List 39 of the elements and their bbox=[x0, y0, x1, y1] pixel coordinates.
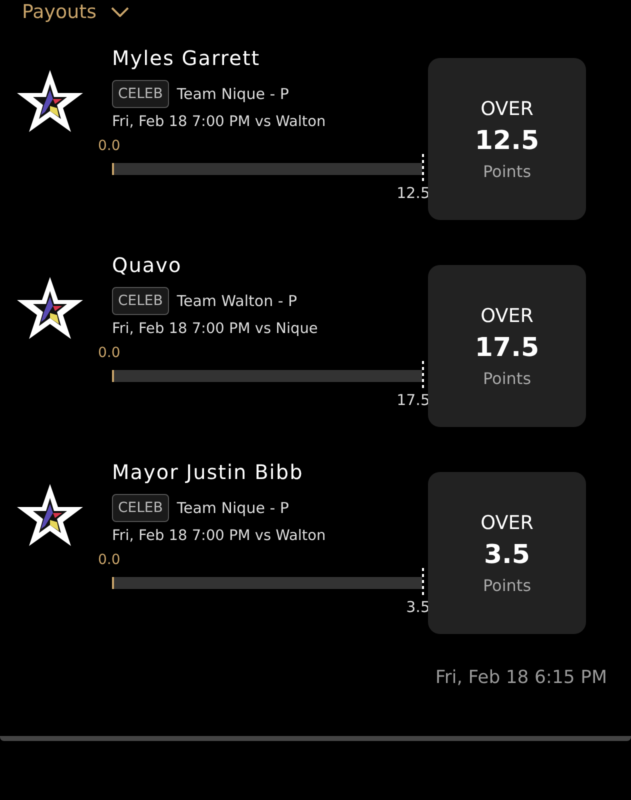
current-value: 0.0 bbox=[98, 138, 122, 154]
line-value: 3.5 bbox=[484, 540, 530, 570]
line-value: 12.5 bbox=[474, 126, 540, 156]
star-icon bbox=[15, 275, 85, 341]
pick-card[interactable]: OVER 12.5 Points bbox=[428, 58, 586, 220]
current-value: 0.0 bbox=[98, 345, 122, 361]
direction-label: OVER bbox=[480, 98, 534, 120]
payouts-label[interactable]: Payouts bbox=[22, 1, 97, 23]
team-label: Team Walton - P bbox=[176, 292, 298, 310]
stat-label: Points bbox=[482, 368, 532, 388]
stat-label: Points bbox=[482, 576, 532, 594]
chevron-down-icon[interactable] bbox=[110, 7, 129, 17]
player-name: Mayor Justin Bibb bbox=[112, 460, 304, 486]
game-time: Fri, Feb 18 7:00 PM vs Nique bbox=[112, 321, 319, 337]
target-marker bbox=[422, 154, 424, 184]
pick-card[interactable]: OVER 3.5 Points bbox=[428, 472, 586, 634]
direction-label: OVER bbox=[480, 512, 534, 534]
player-name: Quavo bbox=[112, 253, 183, 279]
game-time: Fri, Feb 18 7:00 PM vs Walton bbox=[112, 114, 327, 130]
celeb-tag: CELEB bbox=[112, 287, 169, 315]
star-icon bbox=[15, 482, 85, 548]
target-marker bbox=[422, 361, 424, 391]
line-value: 17.5 bbox=[474, 332, 540, 362]
target-marker bbox=[422, 568, 424, 598]
pick-card[interactable]: OVER 17.5 Points bbox=[428, 265, 586, 427]
direction-label: OVER bbox=[480, 304, 534, 326]
star-icon bbox=[15, 68, 85, 134]
game-time: Fri, Feb 18 7:00 PM vs Walton bbox=[112, 528, 327, 544]
player-name: Myles Garrett bbox=[112, 46, 262, 72]
team-label: Team Nique - P bbox=[176, 499, 289, 517]
current-value: 0.0 bbox=[98, 552, 122, 568]
stat-label: Points bbox=[482, 162, 532, 180]
team-label: Team Nique - P bbox=[176, 85, 289, 103]
target-value: 17.5 bbox=[396, 391, 430, 409]
target-value: 12.5 bbox=[396, 184, 430, 202]
timestamp: Fri, Feb 18 6:15 PM bbox=[434, 667, 608, 688]
celeb-tag: CELEB bbox=[112, 80, 169, 108]
celeb-tag: CELEB bbox=[112, 494, 169, 522]
target-value: 3.5 bbox=[405, 598, 430, 616]
